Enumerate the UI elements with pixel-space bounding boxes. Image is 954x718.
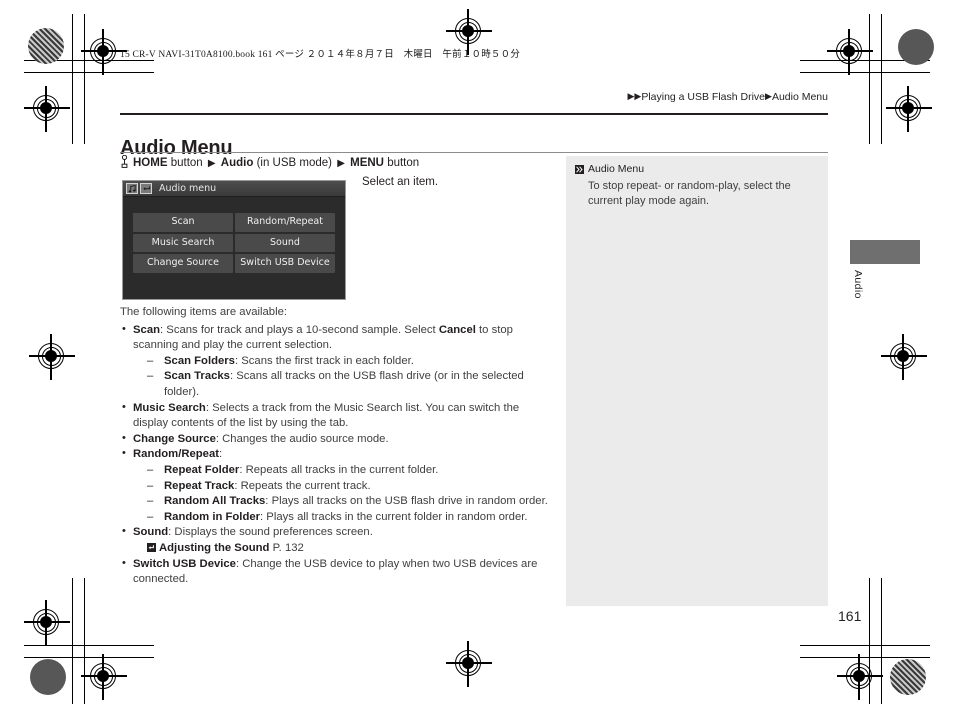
- feature-list: Scan: Scans for track and plays a 10-sec…: [120, 322, 552, 588]
- menu-button-label: MENU: [350, 157, 384, 169]
- title-rule: [120, 152, 828, 153]
- screen-button-scan[interactable]: Scan: [133, 213, 233, 232]
- desc-random-all-tracks: : Plays all tracks on the USB flash driv…: [265, 495, 548, 508]
- body-lead: The following items are available:: [120, 306, 288, 318]
- breadcrumb-current: Audio Menu: [771, 91, 828, 103]
- random-repeat-sublist: Repeat Folder: Repeats all tracks in the…: [133, 463, 552, 525]
- button-word-1: button: [170, 157, 203, 169]
- density-patch: [890, 659, 926, 695]
- desc-random-repeat: :: [219, 448, 223, 461]
- desc-random-in-folder: : Plays all tracks in the current folder…: [260, 510, 528, 523]
- registration-mark: [24, 86, 70, 132]
- hand-press-icon: [120, 154, 129, 168]
- registration-mark-right-center: [881, 334, 927, 380]
- list-item-random-all-tracks: Random All Tracks: Plays all tracks on t…: [143, 494, 552, 510]
- desc-scan-folders: : Scans the first track in each folder.: [234, 354, 414, 367]
- side-note-text: To stop repeat- or random-play, select t…: [588, 180, 791, 207]
- list-item-scan-tracks: Scan Tracks: Scans all tracks on the USB…: [143, 369, 552, 400]
- term-scan-tracks: Scan Tracks: [164, 370, 230, 383]
- registration-mark: [837, 654, 883, 700]
- screen-button-music-search[interactable]: Music Search: [133, 233, 233, 252]
- xref-title: Adjusting the Sound: [159, 541, 270, 554]
- scan-desc-1: : Scans for track and plays a 10-second …: [160, 323, 439, 336]
- breadcrumb-parent: Playing a USB Flash Drive: [641, 91, 766, 103]
- density-patch: [28, 28, 64, 64]
- audio-menu-button-grid: Scan Random/Repeat Music Search Sound Ch…: [133, 213, 335, 273]
- screen-caption: Select an item.: [362, 176, 439, 188]
- header-rule: [120, 113, 828, 115]
- list-item-random-in-folder: Random in Folder: Plays all tracks in th…: [143, 510, 552, 526]
- term-switch-usb-device: Switch USB Device: [133, 557, 236, 570]
- term-repeat-track: Repeat Track: [164, 479, 235, 492]
- desc-repeat-folder: : Repeats all tracks in the current fold…: [239, 463, 439, 476]
- term-random-repeat: Random/Repeat: [133, 448, 219, 461]
- button-word-2: button: [387, 157, 420, 169]
- page-number: 161: [838, 608, 862, 624]
- body-copy: The following items are available: Scan:…: [120, 305, 552, 588]
- screen-title: Audio menu: [159, 183, 217, 194]
- page-link-icon: [147, 542, 156, 552]
- list-item-switch-usb-device: Switch USB Device: Change the USB device…: [120, 555, 552, 588]
- list-item-music-search: Music Search: Selects a track from the M…: [120, 400, 552, 432]
- device-screen-mockup: Audio menu Scan Random/Repeat Music Sear…: [122, 180, 346, 300]
- registration-mark: [446, 641, 492, 687]
- xref-page: P. 132: [272, 541, 304, 554]
- breadcrumb-arrow-icon-3: ▶: [765, 91, 772, 101]
- term-repeat-folder: Repeat Folder: [164, 463, 240, 476]
- term-music-search: Music Search: [133, 401, 206, 414]
- term-random-all-tracks: Random All Tracks: [164, 495, 266, 508]
- registration-mark-left-center: [29, 334, 75, 380]
- list-item-repeat-track: Repeat Track: Repeats the current track.: [143, 479, 552, 495]
- home-button-label: HOME: [133, 157, 168, 169]
- note-marker-icon: [575, 165, 584, 174]
- audio-label: Audio: [220, 157, 254, 169]
- screen-body: Scan Random/Repeat Music Search Sound Ch…: [123, 197, 345, 298]
- screen-button-change-source[interactable]: Change Source: [133, 254, 233, 273]
- registration-mark: [81, 654, 127, 700]
- registration-mark: [827, 29, 873, 75]
- term-random-in-folder: Random in Folder: [164, 510, 261, 523]
- term-scan: Scan: [133, 323, 161, 336]
- registration-mark-center-top: [446, 9, 492, 55]
- print-header-bookline: 15 CR-V NAVI-31T0A8100.book 161 ページ ２０１４…: [120, 50, 521, 60]
- section-thumb-label: Audio: [852, 270, 864, 299]
- nav-arrow-icon-2: ▶: [337, 157, 345, 169]
- list-item-repeat-folder: Repeat Folder: Repeats all tracks in the…: [143, 463, 552, 479]
- density-patch: [898, 29, 934, 65]
- density-patch: [30, 659, 66, 695]
- registration-mark: [24, 600, 70, 646]
- term-change-source: Change Source: [133, 432, 216, 445]
- registration-mark: [81, 29, 127, 75]
- term-scan-folders: Scan Folders: [164, 354, 235, 367]
- screen-button-random-repeat[interactable]: Random/Repeat: [235, 213, 335, 232]
- desc-change-source: : Changes the audio source mode.: [215, 432, 389, 445]
- term-sound: Sound: [133, 526, 169, 539]
- mode-note: (in USB mode): [256, 157, 332, 169]
- registration-mark: [886, 86, 932, 132]
- navigation-path: HOME button ▶ Audio (in USB mode) ▶ MENU…: [120, 154, 420, 169]
- breadcrumb-arrow-icon: ▶: [627, 91, 635, 101]
- screen-button-switch-usb-device[interactable]: Switch USB Device: [235, 254, 335, 273]
- side-note-title: Audio Menu: [588, 163, 645, 175]
- list-item-random-repeat: Random/Repeat: Repeat Folder: Repeats al…: [120, 446, 552, 525]
- side-note-panel: Audio Menu To stop repeat- or random-pla…: [566, 156, 828, 606]
- list-item-scan-folders: Scan Folders: Scans the first track in e…: [143, 354, 552, 370]
- return-arrow-icon[interactable]: [140, 183, 152, 194]
- section-thumb-tab: [850, 240, 920, 264]
- nav-arrow-icon-1: ▶: [207, 157, 216, 169]
- document-page: 15 CR-V NAVI-31T0A8100.book 161 ページ ２０１４…: [0, 0, 954, 718]
- scan-sublist: Scan Folders: Scans the first track in e…: [133, 354, 552, 401]
- list-item-scan: Scan: Scans for track and plays a 10-sec…: [120, 322, 552, 401]
- music-note-icon: [126, 183, 138, 194]
- screen-titlebar: Audio menu: [123, 181, 345, 197]
- list-item-change-source: Change Source: Changes the audio source …: [120, 431, 552, 448]
- side-note-header: Audio Menu: [575, 163, 819, 175]
- cross-reference[interactable]: Adjusting the Sound P. 132: [133, 541, 552, 557]
- list-item-sound: Sound: Displays the sound preferences sc…: [120, 524, 552, 557]
- desc-sound: : Displays the sound preferences screen.: [168, 526, 373, 539]
- scan-emphasis-cancel: Cancel: [438, 323, 476, 336]
- breadcrumb: ▶▶Playing a USB Flash Drive▶Audio Menu: [627, 91, 828, 103]
- desc-repeat-track: : Repeats the current track.: [234, 479, 371, 492]
- screen-button-sound[interactable]: Sound: [235, 233, 335, 252]
